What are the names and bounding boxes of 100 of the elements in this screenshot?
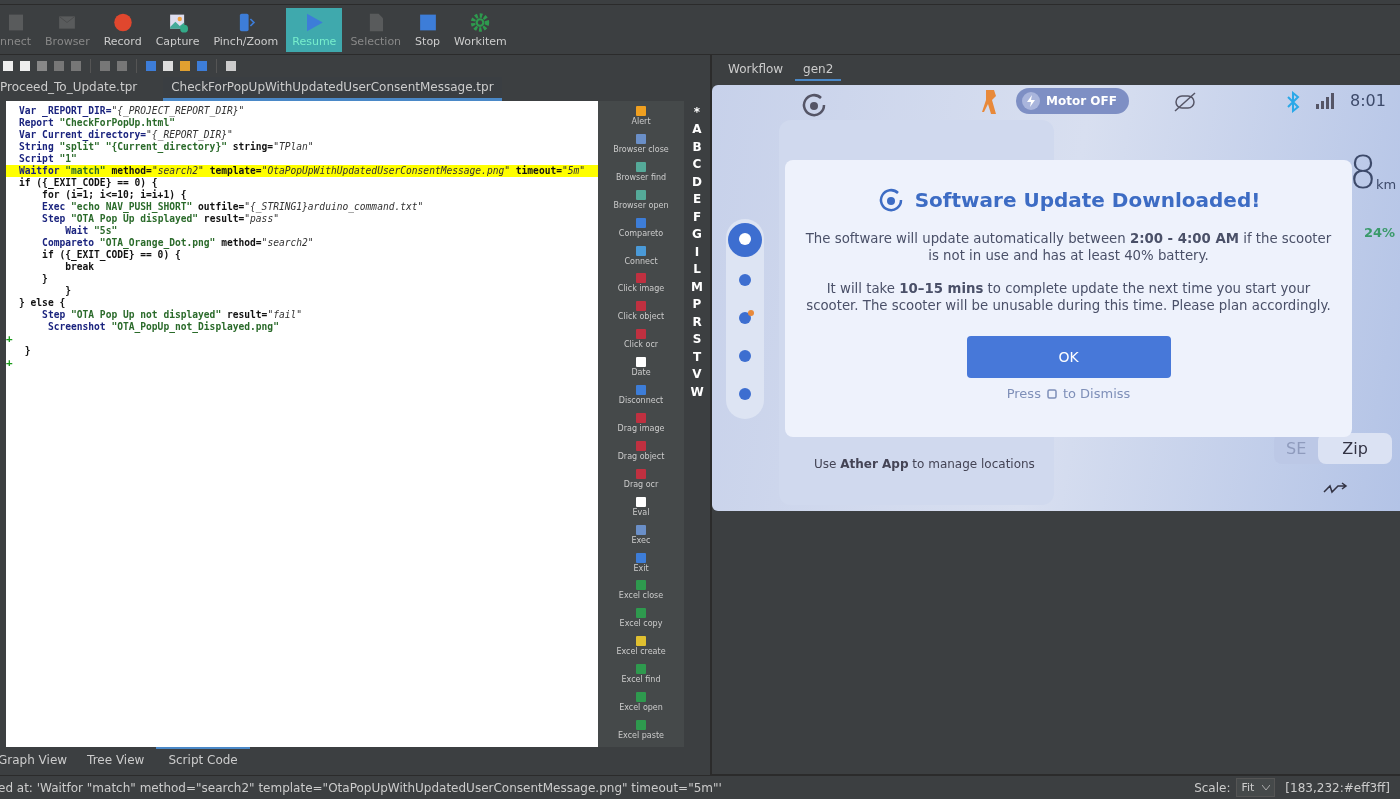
hint-text: Press (1006, 386, 1041, 401)
letter-index[interactable]: * (693, 103, 701, 121)
command-palette-item[interactable]: Compareto (618, 216, 664, 245)
code-line: if ({_EXIT_CODE} == 0) { (19, 177, 158, 189)
command-palette-item[interactable]: Date (631, 356, 651, 385)
code-line: } (41, 273, 48, 285)
command-icon (635, 132, 647, 145)
command-icon (635, 272, 647, 285)
command-palette-item[interactable]: Drag object (617, 439, 665, 468)
command-palette-item[interactable]: Eval (632, 495, 650, 524)
command-palette-item[interactable]: Disconnect (618, 384, 664, 412)
letter-index[interactable]: F (692, 208, 702, 226)
command-palette-item[interactable]: Browser open (613, 188, 669, 217)
command-palette-item[interactable]: Click object (617, 300, 665, 329)
command-palette-item[interactable]: Click ocr (623, 328, 659, 357)
command-palette-item[interactable]: Excel find (621, 663, 661, 692)
command-icon (635, 105, 647, 117)
letter-index[interactable]: B (692, 138, 702, 156)
command-palette-item[interactable]: Drag ocr (623, 467, 659, 496)
letter-index[interactable]: V (692, 365, 702, 383)
update-icon (800, 91, 828, 119)
letter-index[interactable]: D (692, 173, 702, 191)
scale-label: Scale: (1194, 780, 1231, 795)
motor-status: Motor OFF (1046, 94, 1117, 108)
letter-index[interactable]: I (694, 243, 700, 261)
crossed-out-icon (1172, 91, 1198, 113)
lightning-icon (1022, 92, 1040, 110)
gutter-marker[interactable]: + (6, 333, 19, 345)
command-palette-item[interactable]: Alert (631, 105, 651, 133)
command-palette-item[interactable]: Browser close (613, 132, 669, 161)
battery-percent: 24% (1364, 225, 1396, 240)
scale-dropdown[interactable]: Fit (1236, 778, 1276, 797)
command-icon (635, 160, 647, 173)
code-line: } else { (19, 297, 66, 309)
code-line: break (64, 261, 95, 273)
letter-index[interactable]: M (691, 278, 703, 296)
record-icon (111, 11, 134, 33)
command-icon (635, 718, 647, 731)
code-line: Report "CheckForPopUp.html" (19, 117, 175, 129)
letter-index[interactable]: L (693, 260, 701, 278)
command-palette-item[interactable]: Click image (617, 272, 665, 301)
command-palette-item[interactable]: Excel close (618, 579, 664, 608)
code-line: } (23, 345, 31, 357)
code-line: Wait "5s" (64, 225, 118, 237)
range-unit: km (1376, 177, 1397, 192)
panel-tab[interactable]: gen2 (795, 59, 842, 81)
code-line: Step "OTA Pop Up not displayed" result="fail" (41, 309, 303, 321)
ok-button[interactable]: OK (966, 336, 1171, 378)
command-palette-item[interactable]: Excel copy (619, 607, 663, 636)
command-palette-item[interactable]: Drag image (617, 411, 665, 440)
panel-tab[interactable]: Workflow (720, 59, 792, 81)
caret-icon (1262, 784, 1271, 791)
pixel-readout: [183,232:#eff3ff] (1285, 780, 1390, 795)
command-icon (635, 384, 647, 397)
code-line: } (64, 285, 71, 297)
command-icon (635, 188, 647, 201)
letter-index[interactable]: C (692, 155, 702, 173)
command-palette-item[interactable]: Connect (624, 244, 658, 273)
letter-index[interactable]: E (692, 190, 702, 208)
command-palette-item[interactable]: Excel paste (618, 718, 664, 747)
letter-index[interactable]: A (692, 120, 702, 138)
letter-index[interactable]: P (692, 295, 702, 313)
signal-icon (1316, 93, 1334, 109)
toolbar-button[interactable]: Workitem (448, 7, 513, 52)
letter-index[interactable]: S (692, 330, 702, 348)
nav-button[interactable] (728, 223, 762, 257)
code-line: Var Current_directory="{_REPORT_DIR}" (19, 129, 233, 141)
command-palette-item[interactable]: Excel open (619, 691, 663, 719)
toolbar-button[interactable]: Stop (409, 7, 447, 52)
mode-toggle[interactable]: Zip (1318, 433, 1392, 464)
file-tab[interactable]: Proceed_To_Update.tpr (0, 77, 146, 101)
toolbar-button[interactable]: Record (97, 7, 148, 52)
toolbar-button[interactable]: Capture (149, 7, 206, 52)
command-palette-item[interactable]: Exec (631, 523, 651, 552)
letter-index[interactable]: T (692, 348, 702, 366)
code-line: Var _REPORT_DIR="{_PROJECT_REPORT_DIR}" (19, 105, 245, 117)
command-icon (635, 300, 647, 313)
dialog-title: Software Update Downloaded! (914, 188, 1261, 212)
clock-time: 8:01 (1350, 91, 1386, 110)
command-palette-item[interactable]: Exit (633, 551, 649, 580)
command-icon (635, 467, 647, 480)
command-icon (635, 411, 647, 424)
dialog-message: It will take 10–15 mins to complete update the next time you start your scooter. The scooter will be unusable during this time. Please plan accordingly. (805, 280, 1332, 314)
command-palette-item[interactable]: Browser find (615, 160, 667, 189)
letter-index[interactable]: G (692, 225, 702, 243)
range-value: 8 (1349, 147, 1377, 198)
code-line: Screenshot "OTA_PopUp_not_Displayed.png" (46, 321, 279, 333)
letter-index[interactable]: R (692, 313, 702, 331)
locations-note: Use Ather App to manage locations (814, 457, 1035, 471)
toolbar-button[interactable]: Pinch/Zoom (207, 7, 285, 52)
view-tab[interactable]: Script Code (156, 747, 250, 771)
dialog-message: The software will update automatically between 2:00 - 4:00 AM if the scooter is not in use and has at least 40% battery. (804, 230, 1333, 264)
code-line: Step "OTA Pop Up displayed" result="pass" (41, 213, 279, 225)
command-icon (635, 551, 647, 564)
view-tab[interactable]: Tree View (87, 747, 157, 771)
gutter-marker[interactable]: + (6, 357, 19, 369)
code-line: Exec "echo NAV_PUSH_SHORT" outfile="{_STRING1}arduino_command.txt" (41, 201, 424, 213)
letter-index[interactable]: W (690, 383, 704, 401)
command-palette-item[interactable]: Excel create (616, 635, 666, 664)
code-line: if ({_EXIT_CODE} == 0) { (41, 249, 181, 261)
